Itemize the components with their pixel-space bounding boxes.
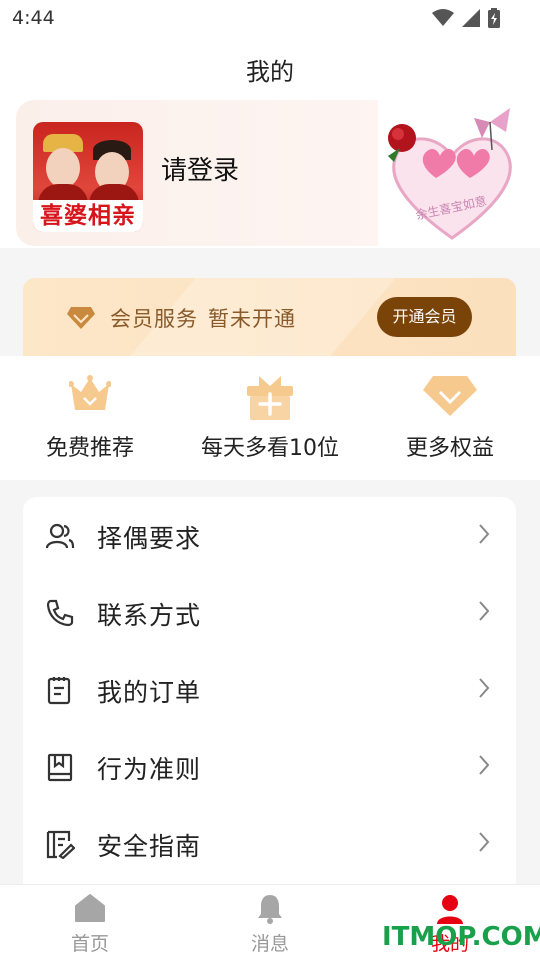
diamond-icon [423,376,477,416]
benefit-label: 每天多看10位 [201,436,339,461]
menu-item-code-of-conduct[interactable]: 行为准则 [23,728,516,805]
vip-banner[interactable]: 会员服务 暂未开通 开通会员 [23,278,516,356]
tab-home[interactable]: 首页 [0,885,180,960]
tab-label: 首页 [70,933,109,955]
crown-icon [69,375,111,410]
benefit-label: 免费推荐 [45,436,134,461]
status-time: 4:44 [12,7,55,29]
menu-item-label: 我的订单 [97,678,202,707]
user-icon [437,895,463,924]
gift-icon [247,376,293,420]
menu-item-partner-requirements[interactable]: 择偶要求 [23,497,516,574]
signal-icon [462,9,480,27]
login-label[interactable]: 请登录 [161,150,239,187]
benefit-label: 更多权益 [405,436,494,461]
menu-item-label: 择偶要求 [97,524,202,553]
chevron-right-icon [479,678,490,698]
guide-icon [46,830,75,859]
menu-item-my-orders[interactable]: 我的订单 [23,651,516,728]
chevron-right-icon [479,832,490,852]
header: 我的 [0,36,540,98]
benefit-view-more[interactable]: 每天多看10位 [180,356,360,480]
chevron-right-icon [479,601,490,621]
diamond-icon [67,307,95,329]
status-icons [432,8,500,28]
order-icon [47,677,71,705]
battery-icon [488,8,500,28]
profile-card[interactable]: 喜婆相亲 请登录 余生喜宝如意 [16,100,526,246]
book-icon [47,753,73,782]
benefit-free-recommend[interactable]: 免费推荐 [0,356,180,480]
chevron-right-icon [479,755,490,775]
chevron-right-icon [479,524,490,544]
menu-item-label: 行为准则 [97,755,202,784]
page-title: 我的 [246,58,294,86]
vip-status-text: 会员服务 暂未开通 [110,303,306,333]
menu-item-safety-guide[interactable]: 安全指南 [23,805,516,882]
profile-section: 喜婆相亲 请登录 余生喜宝如意 [0,98,540,248]
avatar-brand-text: 喜婆相亲 [33,200,143,232]
decoration-image: 余生喜宝如意 [378,100,526,246]
status-bar: 4:44 [0,0,540,36]
heart-rose-decoration: 余生喜宝如意 [388,108,512,240]
wifi-icon [432,9,454,26]
watermark: ITMOP.COM [382,922,540,952]
phone-icon [46,599,74,627]
avatar-bride-face [46,148,80,188]
menu-item-contact[interactable]: 联系方式 [23,574,516,651]
benefits-row: 免费推荐 每天多看10位 更多权益 [0,356,540,480]
tab-label: 消息 [250,933,289,955]
menu-list: 择偶要求 联系方式 我的订单 行为准则 安全指南 [23,497,516,897]
tab-messages[interactable]: 消息 [180,885,360,960]
bell-icon [258,895,282,924]
avatar[interactable]: 喜婆相亲 [33,122,143,232]
vip-service-label: 会员服务 [110,307,198,331]
vip-status: 暂未开通 [208,307,296,331]
open-vip-button[interactable]: 开通会员 [377,297,472,337]
users-icon [45,523,75,549]
menu-item-label: 安全指南 [97,832,202,861]
menu-item-label: 联系方式 [97,601,202,630]
benefit-more-rights[interactable]: 更多权益 [360,356,540,480]
home-icon [75,894,105,922]
